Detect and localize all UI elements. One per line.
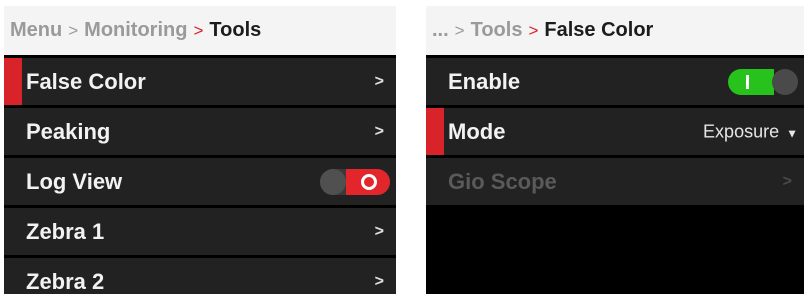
on-bar-icon <box>746 74 749 89</box>
menu-item-gio-scope: Gio Scope > <box>426 158 804 205</box>
chevron-right-icon: > <box>374 122 384 140</box>
menu-item-label: Enable <box>448 68 521 94</box>
breadcrumb-separator: > <box>454 20 465 40</box>
menu-item-enable[interactable]: Enable <box>426 58 804 105</box>
chevron-right-icon: > <box>374 72 384 90</box>
breadcrumb-monitoring[interactable]: Monitoring <box>84 19 187 42</box>
menu-item-false-color[interactable]: False Color > <box>4 58 396 105</box>
toggle-on-indicator <box>728 68 774 95</box>
tools-menu-panel: Menu > Monitoring > Tools False Color > … <box>4 6 396 294</box>
breadcrumb-separator: > <box>68 20 79 40</box>
chevron-right-icon: > <box>782 172 792 190</box>
menu-item-label: Zebra 2 <box>26 268 105 294</box>
off-circle-icon <box>361 173 377 190</box>
breadcrumb-current: False Color <box>544 19 654 41</box>
breadcrumb-tools[interactable]: Tools <box>471 19 523 42</box>
chevron-right-icon: > <box>374 272 384 290</box>
breadcrumb: Menu > Monitoring > Tools <box>4 6 396 55</box>
false-color-menu-panel: ... > Tools > False Color Enable Mode Ex… <box>426 6 804 294</box>
menu-item-label: Mode <box>448 118 506 144</box>
dropdown-caret-icon: ▼ <box>786 126 798 140</box>
breadcrumb: ... > Tools > False Color <box>426 6 804 55</box>
menu-item-zebra-2[interactable]: Zebra 2 > <box>4 258 396 294</box>
menu-item-mode[interactable]: Mode Exposure ▼ <box>426 108 804 155</box>
log-view-toggle[interactable] <box>320 168 390 195</box>
menu-item-peaking[interactable]: Peaking > <box>4 108 396 155</box>
breadcrumb-separator: > <box>528 20 539 40</box>
enable-toggle[interactable] <box>728 68 798 95</box>
menu-item-log-view[interactable]: Log View <box>4 158 396 205</box>
menu-item-label: Zebra 1 <box>26 218 105 244</box>
toggle-knob <box>772 68 798 95</box>
mode-value: Exposure <box>703 121 780 141</box>
menu-item-zebra-1[interactable]: Zebra 1 > <box>4 208 396 255</box>
toggle-knob <box>320 168 346 195</box>
breadcrumb-current: Tools <box>209 19 262 41</box>
breadcrumb-menu[interactable]: Menu <box>10 19 62 42</box>
menu-item-label: Log View <box>26 168 123 194</box>
menu-item-label: False Color <box>26 68 146 94</box>
menu-item-label: Peaking <box>26 118 111 144</box>
chevron-right-icon: > <box>374 222 384 240</box>
mode-dropdown[interactable]: Exposure ▼ <box>703 121 798 142</box>
menu-item-label: Gio Scope <box>448 168 557 194</box>
breadcrumb-ellipsis[interactable]: ... <box>432 19 449 42</box>
breadcrumb-separator: > <box>193 20 204 40</box>
